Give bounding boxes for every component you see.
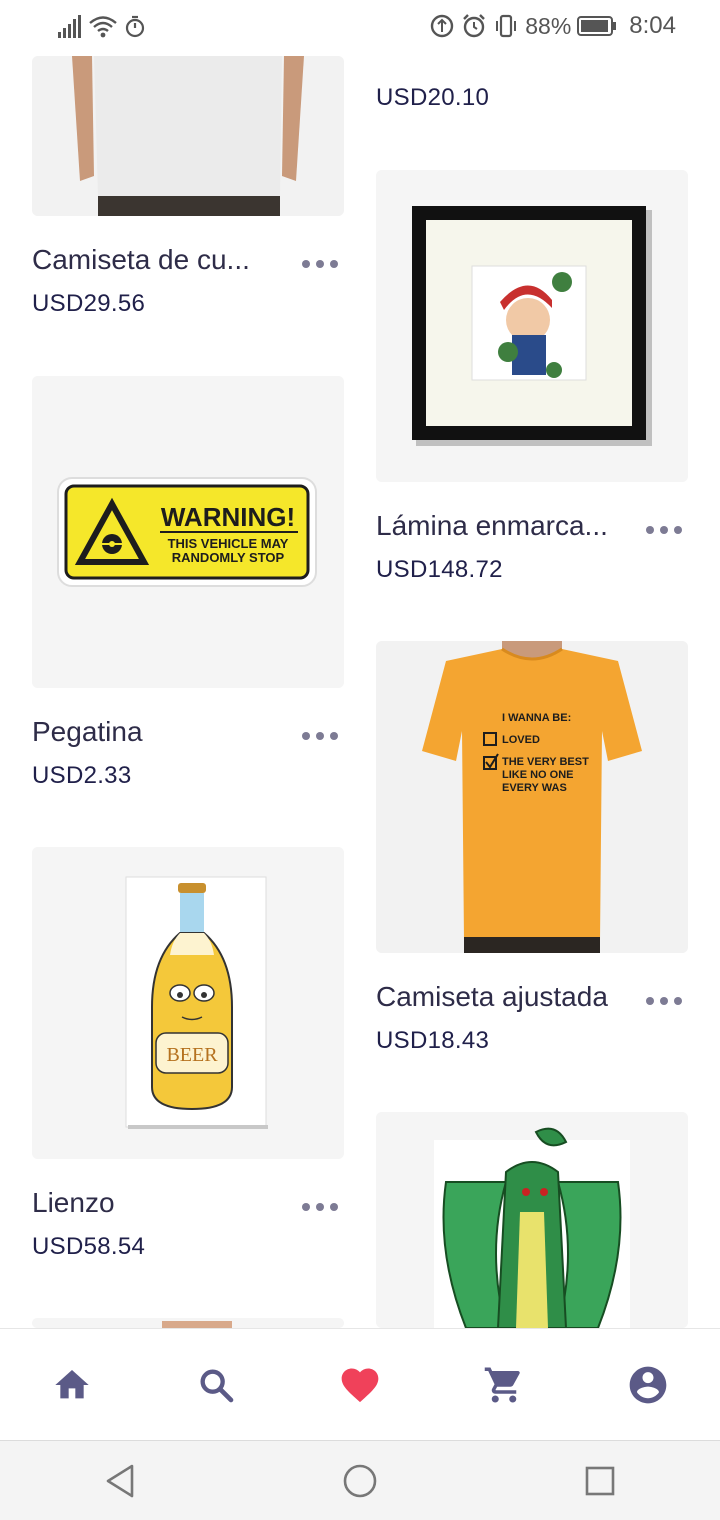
product-card[interactable]: Lámina enmarca... USD148.72 [376, 170, 688, 590]
product-price: USD2.33 [32, 762, 132, 789]
nav-search[interactable] [180, 1349, 252, 1421]
battery-percent: 88% [525, 12, 572, 39]
system-home-button[interactable] [320, 1446, 400, 1516]
product-card[interactable]: I WANNA BE: LOVED THE VERY BEST LIKE NO … [376, 641, 688, 1061]
product-card[interactable]: Camiseta de cu... USD29.56 [32, 56, 344, 336]
product-title[interactable]: Lienzo [32, 1187, 272, 1219]
product-title[interactable]: Camiseta ajustada [376, 981, 626, 1013]
product-price: USD29.56 [32, 290, 146, 317]
product-image[interactable] [32, 1318, 344, 1328]
nav-home[interactable] [36, 1349, 108, 1421]
product-card[interactable]: USD20.10 [376, 56, 688, 116]
product-price: USD20.10 [376, 84, 490, 111]
nav-account[interactable] [612, 1349, 684, 1421]
sticker-line2: RANDOMLY STOP [172, 550, 285, 565]
nav-cart[interactable] [468, 1349, 540, 1421]
home-circle-icon [343, 1464, 377, 1497]
wifi-icon [89, 16, 117, 38]
account-icon [629, 1366, 667, 1403]
product-price: USD58.54 [32, 1233, 146, 1260]
more-options-button[interactable] [302, 1195, 338, 1219]
back-icon [106, 1464, 134, 1497]
status-right: 88% 8:04 [429, 12, 676, 40]
heart-icon [341, 1368, 379, 1402]
product-price: USD18.43 [376, 1027, 490, 1054]
sticker-line1: THIS VEHICLE MAY [168, 536, 289, 551]
search-icon [200, 1369, 234, 1402]
tshirt-option2-line2: LIKE NO ONE [502, 769, 574, 781]
tshirt-option1: LOVED [502, 734, 540, 746]
nav-favorites[interactable] [324, 1349, 396, 1421]
timer-icon [125, 15, 145, 38]
product-image[interactable] [32, 56, 344, 216]
system-recents-button[interactable] [560, 1446, 640, 1516]
more-options-button[interactable] [302, 724, 338, 748]
system-navigation [0, 1440, 720, 1520]
alarm-icon [463, 14, 486, 38]
more-options-button[interactable] [646, 989, 682, 1013]
tshirt-option2-line3: EVERY WAS [502, 782, 567, 794]
vibrate-icon [496, 14, 517, 38]
product-title[interactable]: Pegatina [32, 716, 272, 748]
battery-icon [577, 16, 617, 36]
product-image[interactable] [376, 170, 688, 482]
data-saver-icon [431, 14, 454, 38]
product-feed[interactable]: Camiseta de cu... USD29.56 USD20.10 Lámi [0, 56, 720, 1328]
tshirt-heading: I WANNA BE: [502, 712, 571, 724]
cart-icon [484, 1367, 520, 1402]
product-image[interactable]: I WANNA BE: LOVED THE VERY BEST LIKE NO … [376, 641, 688, 953]
clock: 8:04 [629, 12, 676, 39]
product-image[interactable] [376, 1112, 688, 1328]
product-image[interactable]: WARNING! THIS VEHICLE MAY RANDOMLY STOP [32, 376, 344, 688]
product-title[interactable]: Camiseta de cu... [32, 244, 272, 276]
product-image[interactable]: BEER [32, 847, 344, 1159]
signal-icon [58, 15, 81, 38]
product-price: USD148.72 [376, 556, 503, 583]
product-card[interactable] [32, 1318, 344, 1328]
tshirt-option2-line1: THE VERY BEST [502, 756, 589, 768]
home-icon [55, 1369, 89, 1398]
product-title[interactable]: Lámina enmarca... [376, 510, 616, 542]
bottom-navigation [0, 1328, 720, 1440]
sticker-headline: WARNING! [161, 502, 295, 532]
recents-icon [585, 1466, 615, 1495]
product-card[interactable]: WARNING! THIS VEHICLE MAY RANDOMLY STOP … [32, 376, 344, 796]
more-options-button[interactable] [646, 518, 682, 542]
more-options-button[interactable] [302, 252, 338, 276]
beer-label: BEER [166, 1044, 218, 1066]
status-left [56, 14, 146, 40]
product-card[interactable] [376, 1112, 688, 1328]
product-card[interactable]: BEER Lienzo USD58.54 [32, 847, 344, 1267]
status-bar: 88% 8:04 [0, 0, 720, 56]
system-back-button[interactable] [80, 1446, 160, 1516]
